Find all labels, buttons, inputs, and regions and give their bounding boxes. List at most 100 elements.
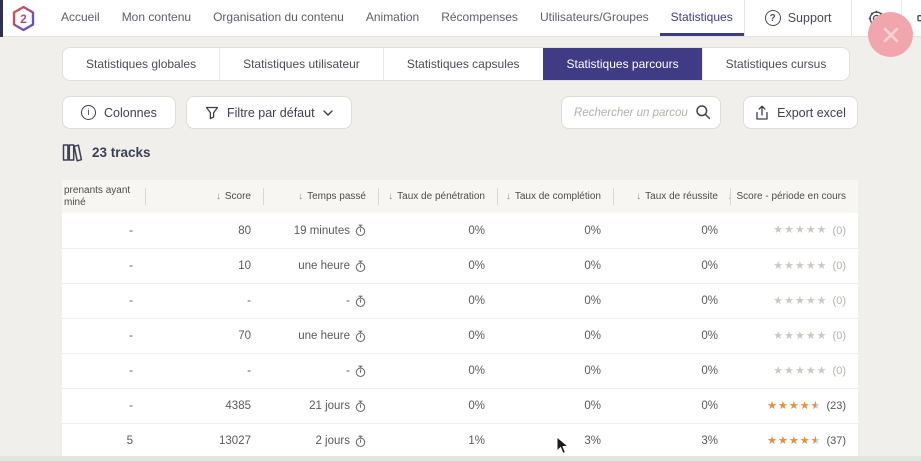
- support-button[interactable]: ? Support: [745, 0, 852, 36]
- column-header-taux-de-r-ussite[interactable]: ↓Taux de réussite: [613, 180, 730, 213]
- cell-learners-finished: 5: [62, 435, 145, 447]
- column-header-score-p-riode-en-cours[interactable]: ↓Score - période en cours: [730, 180, 858, 213]
- stars-empty: ★★★★★: [773, 365, 827, 377]
- cell-success-rate: 0%: [613, 295, 730, 307]
- tab-statistiques-globales[interactable]: Statistiques globales: [63, 48, 219, 80]
- stars-empty: ★★★★★: [773, 260, 827, 272]
- table-row[interactable]: -8019 minutes0%0%0%★★★★★★★★★★(0): [62, 213, 858, 248]
- cell-penetration-rate: 0%: [378, 330, 497, 342]
- svg-text:2: 2: [20, 12, 27, 26]
- cell-completion-rate: 3%: [497, 435, 613, 447]
- cell-score: -: [145, 365, 263, 377]
- stopwatch-icon: [355, 400, 366, 413]
- stars-empty: ★★★★★: [773, 295, 827, 307]
- columns-label: Colonnes: [104, 106, 157, 120]
- cell-completion-rate: 0%: [497, 330, 613, 342]
- statistics-tabs: Statistiques globalesStatistiques utilis…: [62, 47, 850, 81]
- stopwatch-icon: [355, 365, 366, 378]
- ratings-count: (0): [833, 295, 846, 307]
- stopwatch-icon: [355, 330, 366, 343]
- rating-stars: ★★★★★★★★★★: [767, 436, 821, 447]
- nav-item-accueil[interactable]: Accueil: [50, 0, 111, 36]
- time-value: 2 jours: [315, 435, 350, 447]
- stopwatch-icon: [355, 435, 366, 448]
- column-label: Taux de réussite: [645, 191, 718, 202]
- tab-statistiques-parcours[interactable]: Statistiques parcours: [543, 48, 702, 80]
- table-row[interactable]: ---0%0%0%★★★★★★★★★★(0): [62, 283, 858, 318]
- ratings-count: (0): [833, 225, 846, 237]
- filter-label: Filtre par défaut: [227, 106, 315, 120]
- filter-button[interactable]: Filtre par défaut: [186, 96, 352, 129]
- toolbar: i Colonnes Filtre par défaut Export exce…: [62, 96, 858, 129]
- cell-period-score: ★★★★★★★★★★(0): [730, 225, 858, 237]
- rating-stars: ★★★★★★★★★★: [773, 261, 827, 272]
- stopwatch-icon: [355, 224, 366, 237]
- table-row[interactable]: -10une heure0%0%0%★★★★★★★★★★(0): [62, 248, 858, 283]
- sort-desc-icon: ↓: [216, 191, 221, 202]
- export-excel-button[interactable]: Export excel: [743, 96, 858, 129]
- close-icon: [881, 25, 901, 45]
- time-value: une heure: [298, 330, 350, 342]
- cell-score: 80: [145, 225, 263, 237]
- table-row[interactable]: -70une heure0%0%0%★★★★★★★★★★(0): [62, 318, 858, 353]
- nav-item-r-compenses[interactable]: Récompenses: [430, 0, 529, 36]
- cell-completion-rate: 0%: [497, 365, 613, 377]
- books-icon: [62, 143, 83, 162]
- cell-success-rate: 0%: [613, 400, 730, 412]
- time-value: -: [346, 365, 350, 377]
- nav-item-statistiques[interactable]: Statistiques: [660, 0, 744, 36]
- cell-time-spent: une heure: [263, 260, 378, 273]
- table-row[interactable]: ---0%0%0%★★★★★★★★★★(0): [62, 353, 858, 388]
- nav-item-animation[interactable]: Animation: [355, 0, 430, 36]
- sort-desc-icon: ↓: [506, 191, 511, 202]
- export-icon: [755, 105, 769, 121]
- stars-empty: ★★★★★: [773, 224, 827, 236]
- tab-statistiques-capsules[interactable]: Statistiques capsules: [383, 48, 543, 80]
- cell-success-rate: 0%: [613, 260, 730, 272]
- cell-learners-finished: -: [62, 295, 145, 307]
- support-label: Support: [788, 11, 832, 25]
- nav-item-utilisateurs-groupes[interactable]: Utilisateurs/Groupes: [529, 0, 660, 36]
- column-header-taux-de-compl-tion[interactable]: ↓ Taux de complétion: [497, 180, 613, 213]
- column-label: prenants ayant miné: [64, 185, 141, 209]
- cell-learners-finished: -: [62, 365, 145, 377]
- close-button[interactable]: [868, 12, 913, 57]
- time-value: 19 minutes: [294, 225, 350, 237]
- stopwatch-icon: [355, 260, 366, 273]
- cell-completion-rate: 0%: [497, 225, 613, 237]
- rating-stars: ★★★★★★★★★★: [773, 296, 827, 307]
- cell-score: 13027: [145, 435, 263, 447]
- tab-statistiques-utilisateur[interactable]: Statistiques utilisateur: [219, 48, 383, 80]
- cell-time-spent: 2 jours: [263, 435, 378, 448]
- table-row[interactable]: 5130272 jours1%3%3%★★★★★★★★★★(37): [62, 423, 858, 458]
- stopwatch-icon: [355, 295, 366, 308]
- tracks-count-label: 23 tracks: [92, 145, 151, 160]
- column-header-score[interactable]: ↓Score: [145, 180, 263, 213]
- columns-button[interactable]: i Colonnes: [62, 96, 176, 129]
- bottom-strip: [0, 456, 921, 461]
- nav-item-mon-contenu[interactable]: Mon contenu: [111, 0, 202, 36]
- app-logo[interactable]: 2: [0, 0, 50, 36]
- time-value: -: [346, 295, 350, 307]
- cell-period-score: ★★★★★★★★★★(0): [730, 260, 858, 272]
- funnel-icon: [205, 106, 219, 120]
- cell-completion-rate: 0%: [497, 295, 613, 307]
- column-header-temps-pass[interactable]: ↓Temps passé: [263, 180, 378, 213]
- tracks-table: prenants ayant miné↓Score↓Temps passé↓Ta…: [62, 180, 858, 458]
- rating-stars: ★★★★★★★★★★: [767, 401, 821, 412]
- stars-filled: ★★★★★: [767, 436, 816, 447]
- nav-item-organisation-du-contenu[interactable]: Organisation du contenu: [202, 0, 355, 36]
- cell-score: 10: [145, 260, 263, 272]
- main-nav: AccueilMon contenuOrganisation du conten…: [50, 0, 744, 36]
- search-icon[interactable]: [695, 104, 711, 120]
- cell-completion-rate: 0%: [497, 400, 613, 412]
- cell-success-rate: 0%: [613, 365, 730, 377]
- table-row[interactable]: -438521 jours0%0%0%★★★★★★★★★★(23): [62, 388, 858, 423]
- cell-time-spent: 19 minutes: [263, 224, 378, 237]
- cell-period-score: ★★★★★★★★★★ (0): [730, 295, 858, 307]
- table-header-row: prenants ayant miné↓Score↓Temps passé↓Ta…: [62, 180, 858, 213]
- column-header-taux-de-p-n-tration[interactable]: ↓Taux de pénétration: [378, 180, 497, 213]
- tab-statistiques-cursus[interactable]: Statistiques cursus: [702, 48, 850, 80]
- column-label: Taux de complétion: [515, 191, 601, 202]
- cell-completion-rate: 0%: [497, 260, 613, 272]
